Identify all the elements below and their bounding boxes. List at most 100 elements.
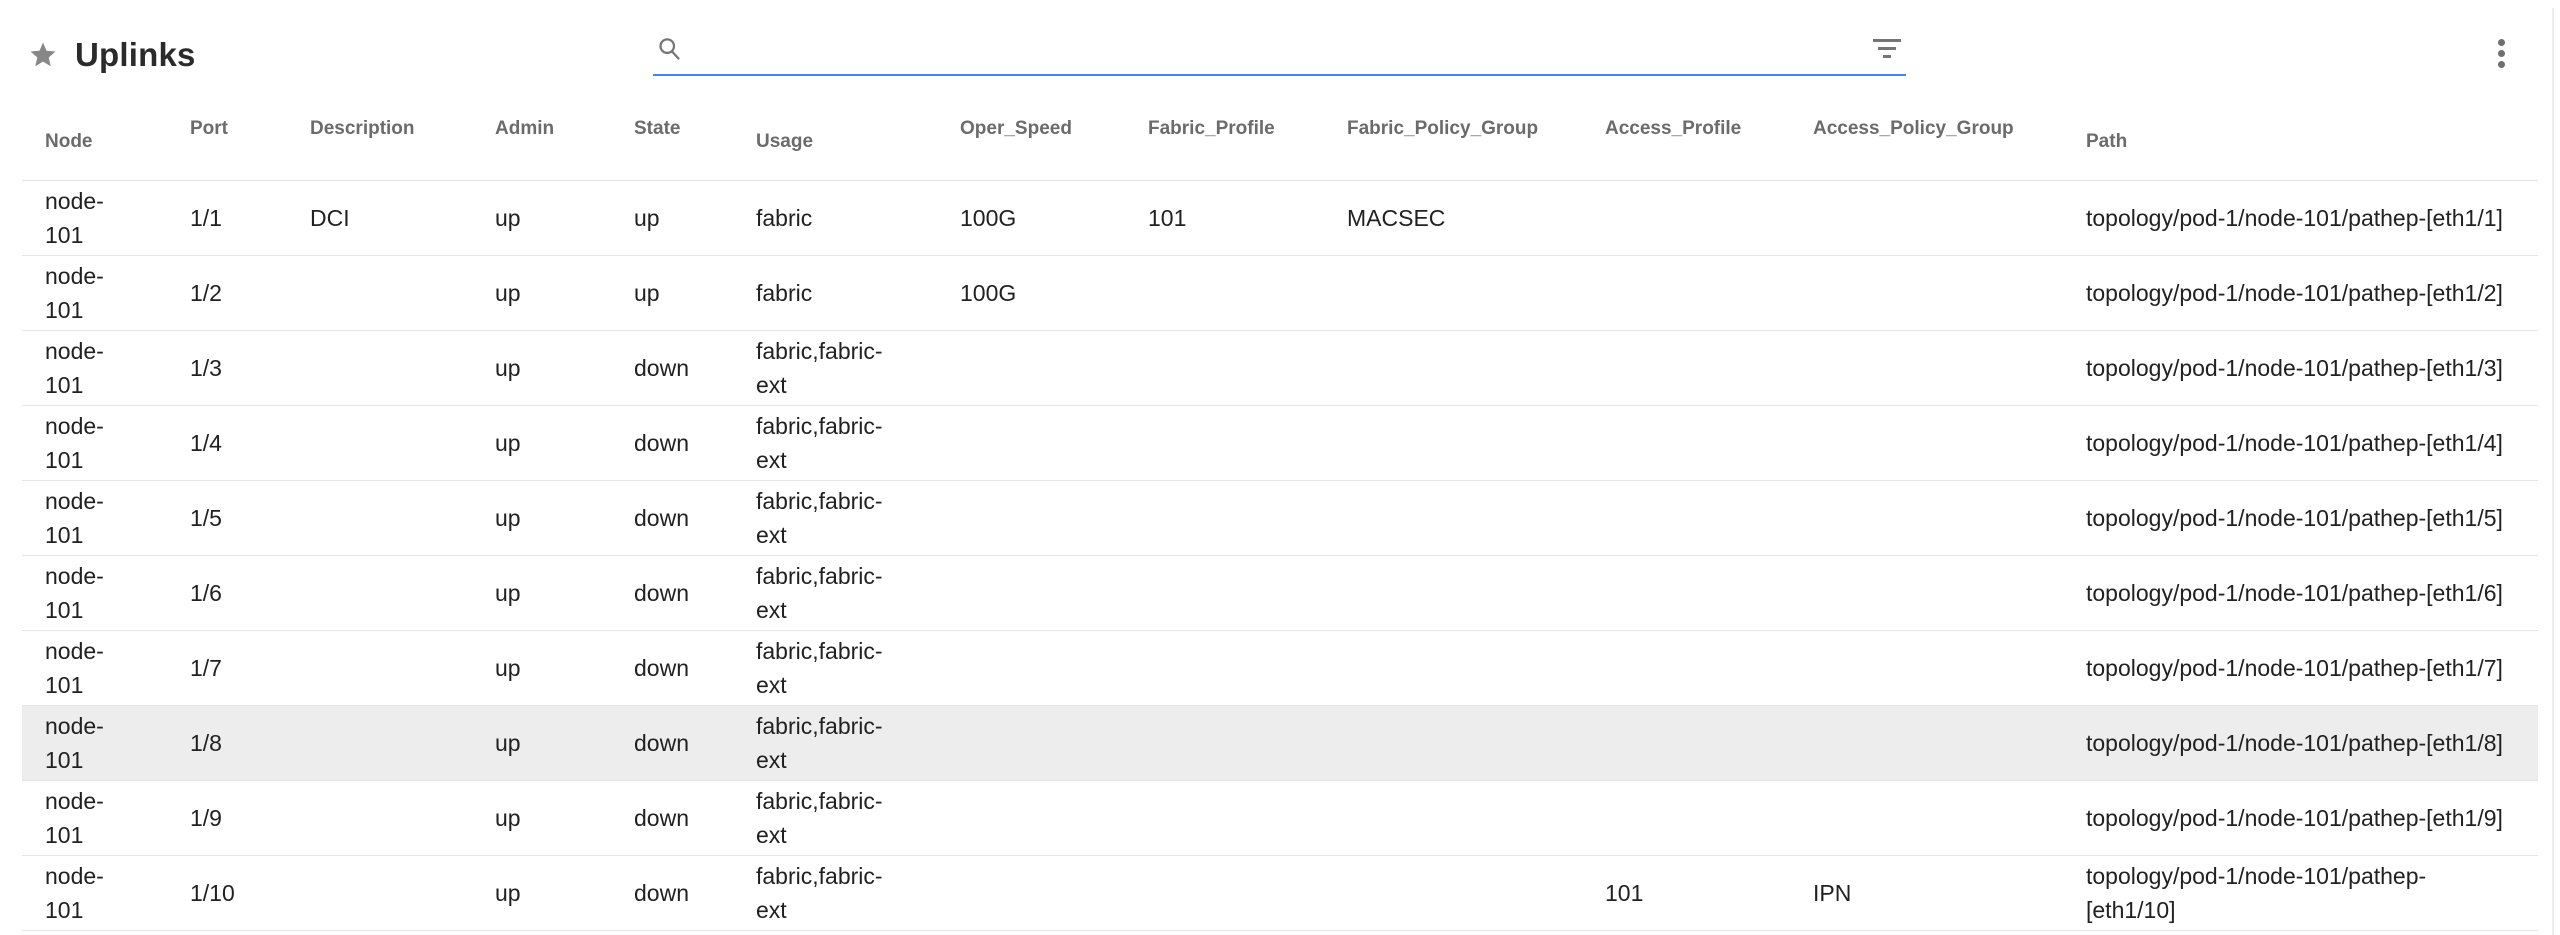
table-row[interactable]: node-101 1/7 up down fabric,fabric-ext topolo… bbox=[22, 630, 2538, 705]
cell-fabric_policy_group bbox=[1347, 705, 1605, 780]
column-header-usage[interactable]: Usage bbox=[756, 100, 960, 180]
table-row[interactable]: node-101 1/8 up down fabric,fabric-ext topolo… bbox=[22, 705, 2538, 780]
cell-description bbox=[310, 480, 495, 555]
cell-node: node-101 bbox=[45, 337, 104, 398]
cell-oper_speed: 100G bbox=[960, 204, 1017, 231]
cell-usage: fabric,fabric-ext bbox=[756, 862, 883, 923]
cell-access_profile bbox=[1605, 255, 1813, 330]
filter-icon bbox=[1873, 39, 1901, 58]
cell-path: topology/pod-1/node-101/pathep-[eth1/6] bbox=[2086, 579, 2503, 606]
cell-usage: fabric,fabric-ext bbox=[756, 787, 883, 848]
cell-admin: up bbox=[495, 504, 521, 531]
cell-state: down bbox=[634, 729, 689, 756]
cell-port: 1/1 bbox=[190, 204, 222, 231]
cell-path: topology/pod-1/node-101/pathep-[eth1/8] bbox=[2086, 729, 2503, 756]
table-body: node-101 1/1 DCI up up fabric 100G 101 MACSEC top… bbox=[22, 180, 2538, 930]
cell-port: 1/5 bbox=[190, 504, 222, 531]
cell-oper_speed bbox=[960, 405, 1148, 480]
cell-node: node-101 bbox=[45, 487, 104, 548]
cell-usage: fabric,fabric-ext bbox=[756, 562, 883, 623]
table-row[interactable]: node-101 1/9 up down fabric,fabric-ext topolo… bbox=[22, 780, 2538, 855]
column-header-access_policy_group[interactable]: Access_Policy_Group bbox=[1813, 100, 2086, 180]
cell-usage: fabric,fabric-ext bbox=[756, 637, 883, 698]
column-header-fabric_policy_group[interactable]: Fabric_Policy_Group bbox=[1347, 100, 1605, 180]
column-header-port[interactable]: Port bbox=[190, 100, 310, 180]
cell-access_profile: 101 bbox=[1605, 879, 1644, 906]
panel-edge-divider bbox=[2552, 8, 2554, 935]
cell-description: DCI bbox=[310, 204, 350, 231]
cell-fabric_policy_group bbox=[1347, 480, 1605, 555]
cell-path: topology/pod-1/node-101/pathep-[eth1/7] bbox=[2086, 654, 2503, 681]
cell-fabric_profile bbox=[1148, 630, 1347, 705]
cell-usage: fabric bbox=[756, 204, 813, 231]
cell-fabric_profile bbox=[1148, 405, 1347, 480]
table-row[interactable]: node-101 1/6 up down fabric,fabric-ext topolo… bbox=[22, 555, 2538, 630]
search-bar bbox=[653, 28, 1906, 76]
cell-access_profile bbox=[1605, 405, 1813, 480]
cell-node: node-101 bbox=[45, 262, 104, 323]
table-row[interactable]: node-101 1/2 up up fabric 100G topology/pod-1/… bbox=[22, 255, 2538, 330]
cell-description bbox=[310, 855, 495, 930]
column-header-node[interactable]: Node bbox=[22, 100, 190, 180]
cell-state: down bbox=[634, 579, 689, 606]
column-header-access_profile[interactable]: Access_Profile bbox=[1605, 100, 1813, 180]
cell-access_profile bbox=[1605, 705, 1813, 780]
cell-node: node-101 bbox=[45, 187, 104, 248]
cell-oper_speed bbox=[960, 630, 1148, 705]
cell-fabric_profile bbox=[1148, 255, 1347, 330]
cell-admin: up bbox=[495, 729, 521, 756]
column-header-oper_speed[interactable]: Oper_Speed bbox=[960, 100, 1148, 180]
cell-node: node-101 bbox=[45, 562, 104, 623]
cell-node: node-101 bbox=[45, 637, 104, 698]
toolbar: Uplinks bbox=[0, 0, 2560, 100]
page-title-group: Uplinks bbox=[28, 36, 196, 74]
column-header-path[interactable]: Path bbox=[2086, 100, 2538, 180]
cell-port: 1/8 bbox=[190, 729, 222, 756]
cell-state: up bbox=[634, 204, 660, 231]
table-header-row: Node Port Description Admin State Usage Oper_S… bbox=[22, 100, 2538, 180]
cell-access_profile bbox=[1605, 780, 1813, 855]
cell-admin: up bbox=[495, 654, 521, 681]
table-row[interactable]: node-101 1/4 up down fabric,fabric-ext topolo… bbox=[22, 405, 2538, 480]
table-row[interactable]: node-101 1/10 up down fabric,fabric-ext 101 IP… bbox=[22, 855, 2538, 930]
cell-admin: up bbox=[495, 804, 521, 831]
cell-fabric_profile bbox=[1148, 780, 1347, 855]
cell-description bbox=[310, 780, 495, 855]
cell-state: up bbox=[634, 279, 660, 306]
table-row[interactable]: node-101 1/1 DCI up up fabric 100G 101 MACSEC top… bbox=[22, 180, 2538, 255]
cell-description bbox=[310, 330, 495, 405]
cell-access_policy_group bbox=[1813, 180, 2086, 255]
cell-admin: up bbox=[495, 204, 521, 231]
column-header-admin[interactable]: Admin bbox=[495, 100, 634, 180]
column-header-fabric_profile[interactable]: Fabric_Profile bbox=[1148, 100, 1347, 180]
cell-node: node-101 bbox=[45, 412, 104, 473]
search-input[interactable] bbox=[693, 30, 1870, 72]
cell-admin: up bbox=[495, 579, 521, 606]
cell-fabric_profile: 101 bbox=[1148, 204, 1187, 231]
more-options-button[interactable] bbox=[2486, 34, 2516, 72]
cell-access_profile bbox=[1605, 330, 1813, 405]
cell-access_policy_group bbox=[1813, 480, 2086, 555]
column-header-state[interactable]: State bbox=[634, 100, 756, 180]
cell-fabric_policy_group bbox=[1347, 255, 1605, 330]
table-row[interactable]: node-101 1/5 up down fabric,fabric-ext topolo… bbox=[22, 480, 2538, 555]
cell-description bbox=[310, 555, 495, 630]
cell-port: 1/9 bbox=[190, 804, 222, 831]
cell-access_policy_group bbox=[1813, 255, 2086, 330]
cell-port: 1/4 bbox=[190, 429, 222, 456]
cell-usage: fabric bbox=[756, 279, 813, 306]
favorite-star-icon[interactable] bbox=[28, 40, 58, 70]
page-title: Uplinks bbox=[75, 36, 196, 73]
column-header-description[interactable]: Description bbox=[310, 100, 495, 180]
table-row[interactable]: node-101 1/3 up down fabric,fabric-ext topolo… bbox=[22, 330, 2538, 405]
cell-path: topology/pod-1/node-101/pathep-[eth1/4] bbox=[2086, 429, 2503, 456]
cell-description bbox=[310, 630, 495, 705]
cell-usage: fabric,fabric-ext bbox=[756, 487, 883, 548]
cell-access_policy_group bbox=[1813, 705, 2086, 780]
cell-port: 1/2 bbox=[190, 279, 222, 306]
cell-fabric_profile bbox=[1148, 555, 1347, 630]
filter-button[interactable] bbox=[1870, 31, 1904, 65]
cell-oper_speed bbox=[960, 705, 1148, 780]
cell-fabric_profile bbox=[1148, 855, 1347, 930]
cell-oper_speed: 100G bbox=[960, 279, 1017, 306]
